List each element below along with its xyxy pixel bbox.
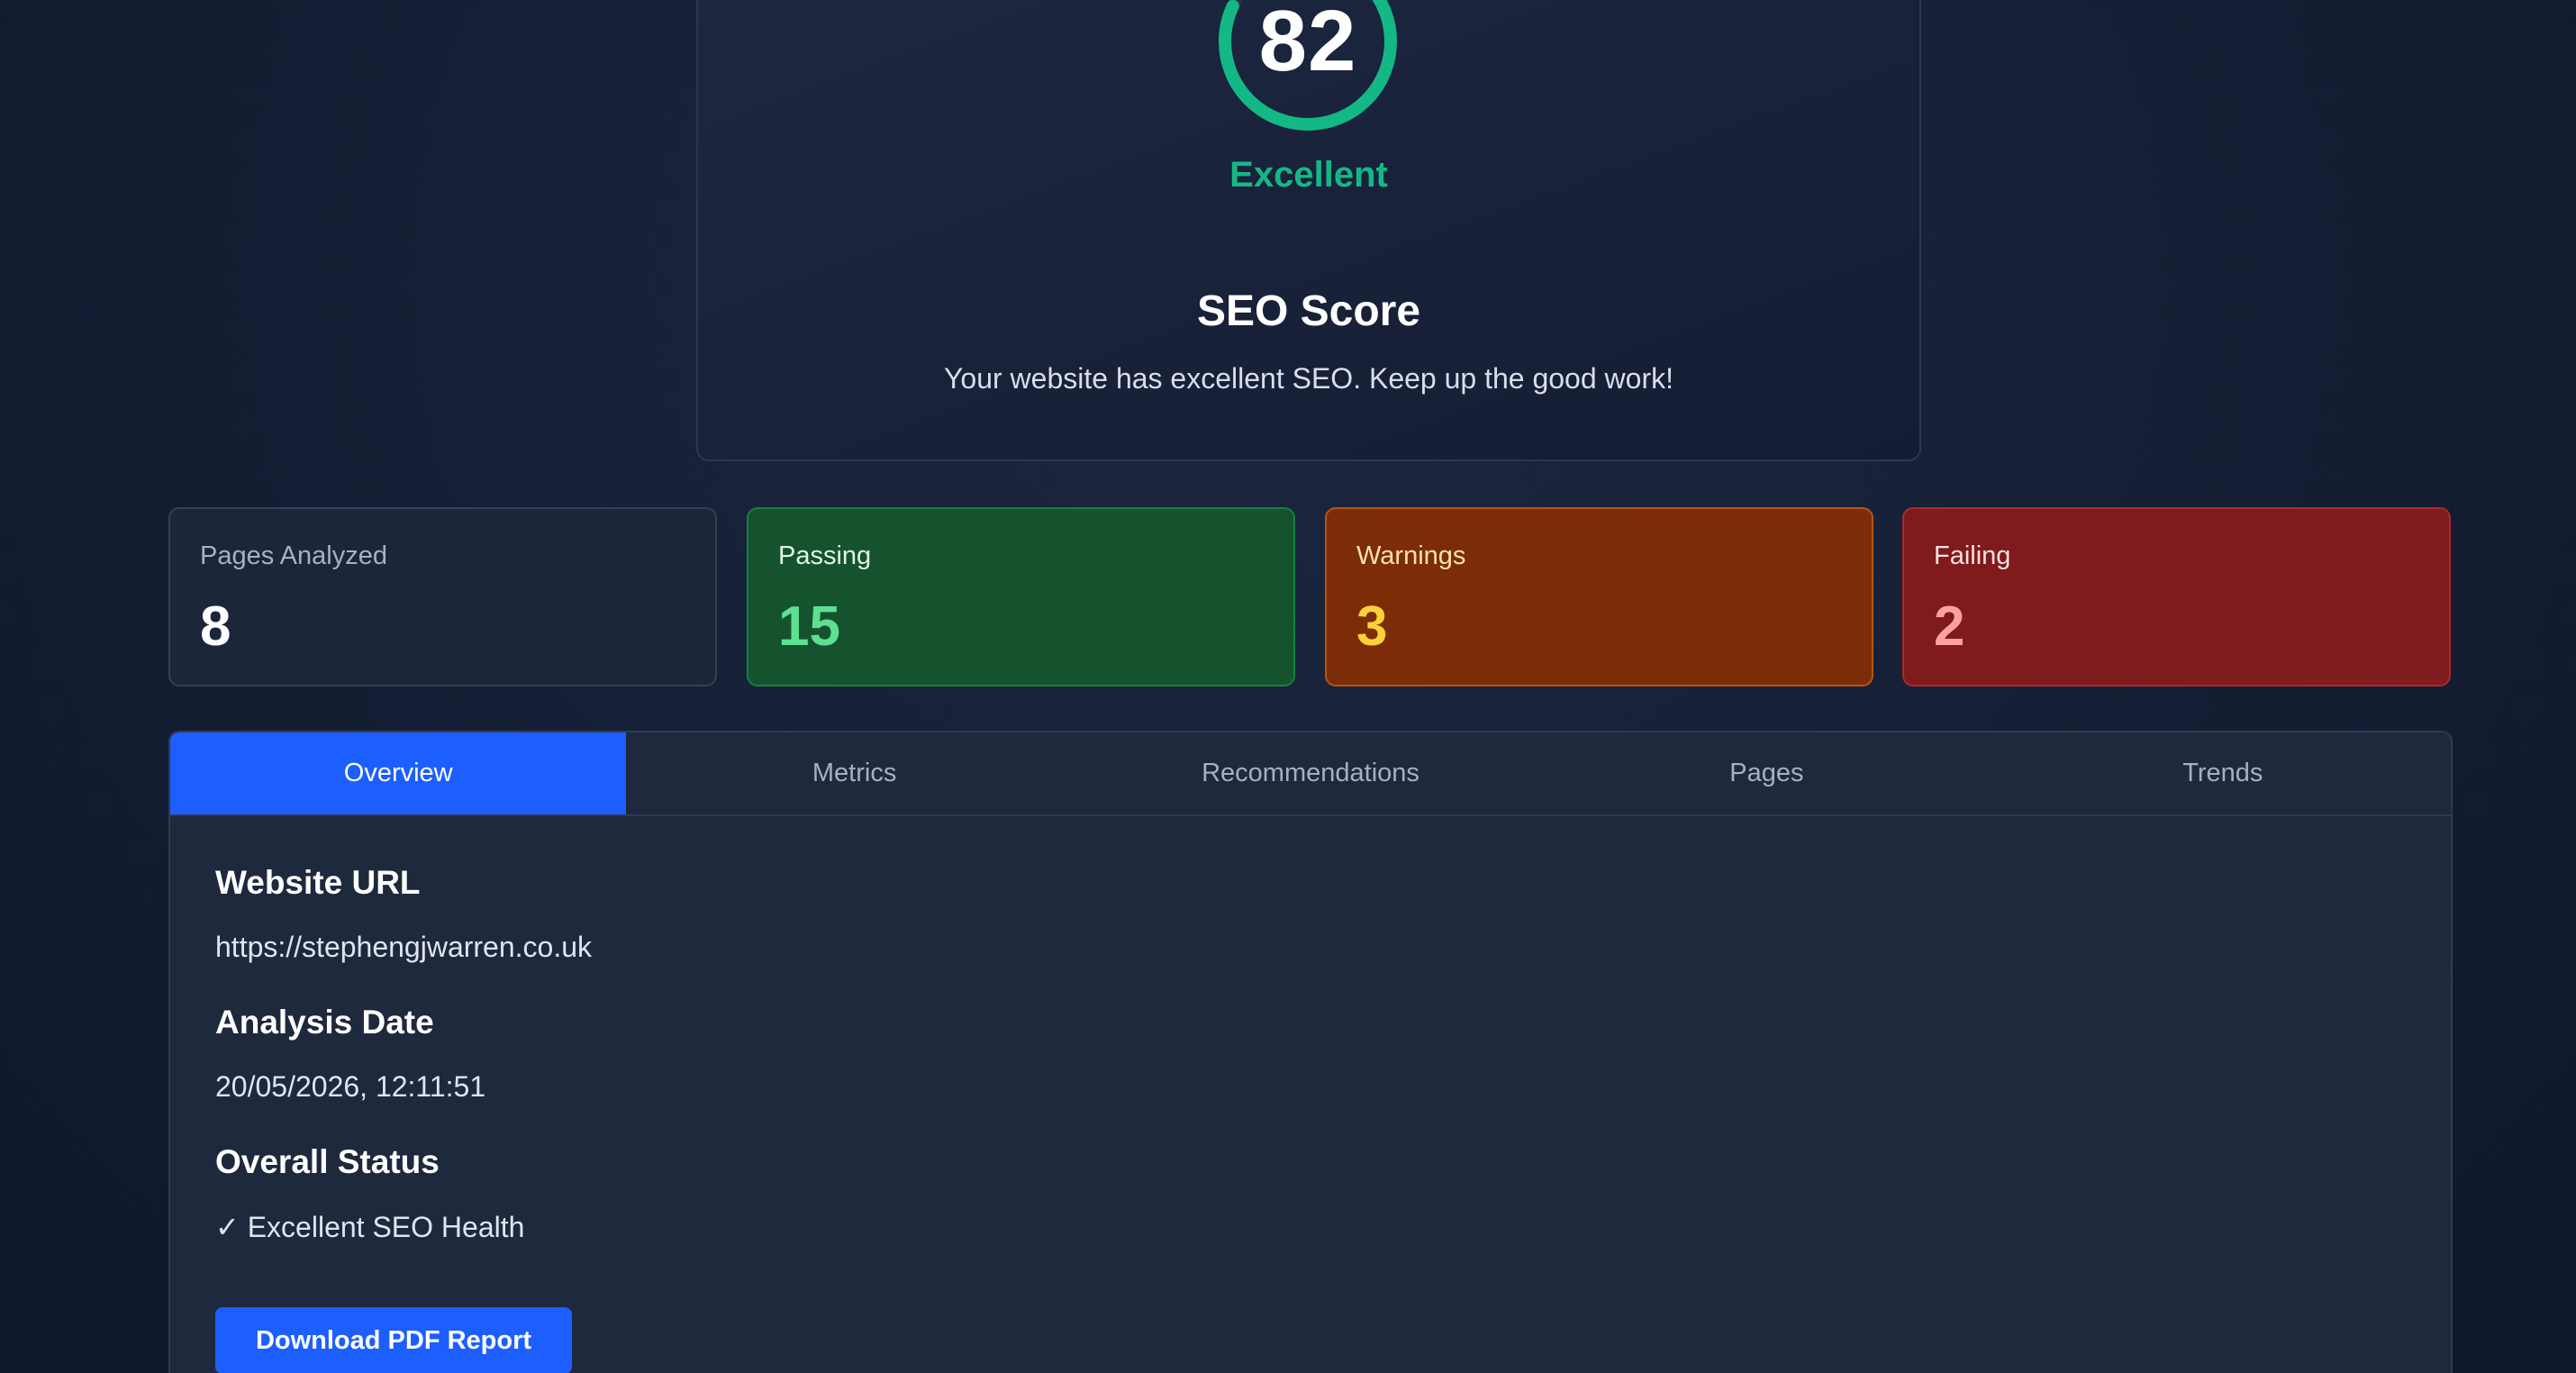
stat-card-passing: Passing 15: [747, 507, 1295, 686]
stat-card-warnings: Warnings 3: [1325, 507, 1873, 686]
stat-label: Warnings: [1356, 541, 1466, 570]
tab-metrics[interactable]: Metrics: [626, 732, 1082, 814]
score-gauge: 82: [1218, 0, 1398, 132]
stat-card-pages-analyzed: Pages Analyzed 8: [168, 507, 717, 686]
stat-value: 8: [200, 596, 231, 658]
stat-label: Pages Analyzed: [200, 541, 387, 570]
score-title: SEO Score: [1196, 287, 1421, 335]
stat-label: Failing: [1934, 541, 2011, 570]
score-value: 82: [1258, 0, 1357, 89]
download-pdf-button[interactable]: Download PDF Report: [215, 1307, 572, 1373]
tab-trends[interactable]: Trends: [1995, 732, 2451, 814]
tab-pages[interactable]: Pages: [1538, 732, 1994, 814]
stat-value: 15: [778, 596, 840, 658]
score-rating: Excellent: [1229, 155, 1388, 195]
tab-bar: Overview Metrics Recommendations Pages T…: [170, 732, 2451, 816]
website-url-heading: Website URL: [215, 864, 421, 901]
website-url-value: https://stephengjwarren.co.uk: [215, 931, 593, 963]
score-description: Your website has excellent SEO. Keep up …: [944, 362, 1673, 395]
overall-status-value: ✓ Excellent SEO Health: [215, 1211, 525, 1243]
stat-value: 2: [1934, 596, 1965, 658]
analysis-date-value: 20/05/2026, 12:11:51: [215, 1070, 486, 1103]
stat-label: Passing: [778, 541, 872, 570]
tab-recommendations[interactable]: Recommendations: [1083, 732, 1538, 814]
stat-value: 3: [1356, 596, 1388, 658]
stat-card-failing: Failing 2: [1902, 507, 2451, 686]
tab-overview[interactable]: Overview: [170, 732, 627, 814]
analysis-date-heading: Analysis Date: [215, 1004, 434, 1041]
overall-status-heading: Overall Status: [215, 1143, 440, 1180]
report-panel: Overview Metrics Recommendations Pages T…: [168, 731, 2453, 1373]
